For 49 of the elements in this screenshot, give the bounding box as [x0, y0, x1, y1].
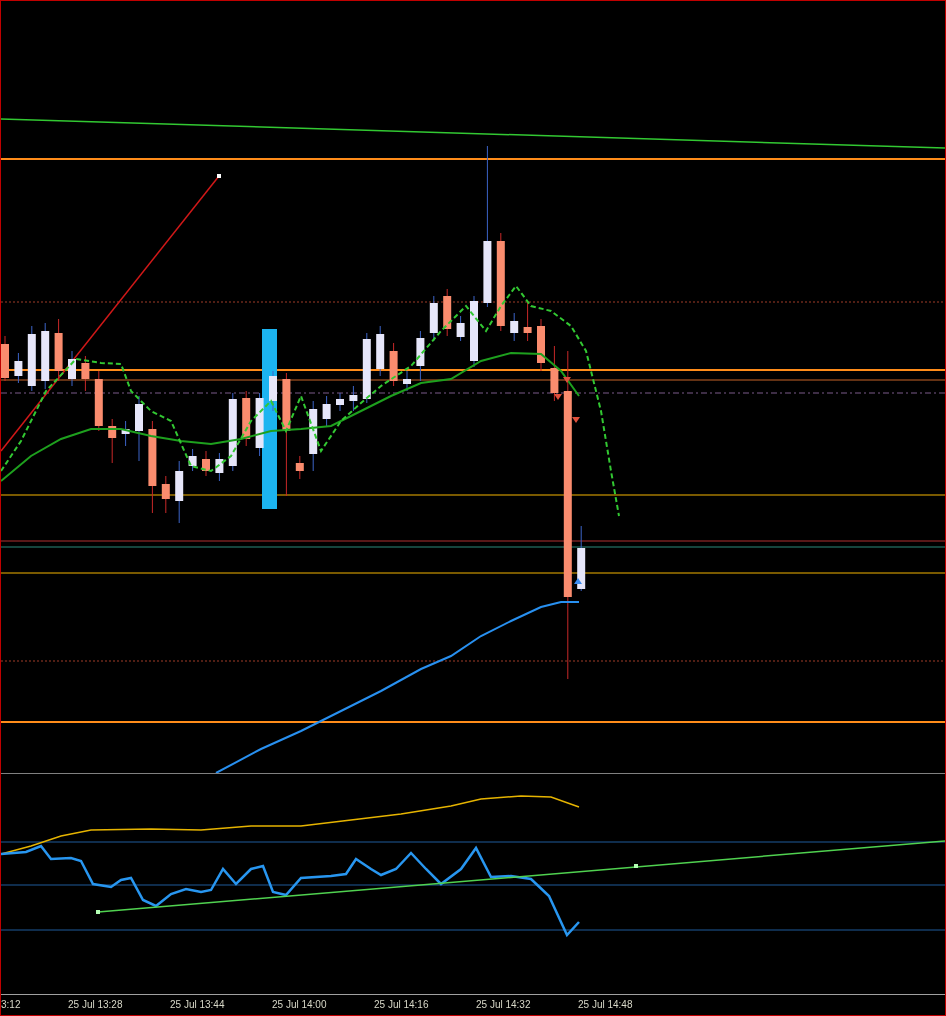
- candlestick: [322, 395, 331, 427]
- candlestick: [269, 370, 277, 412]
- candlestick: [1, 335, 9, 382]
- time-axis-label: 25 Jul 13:28: [68, 999, 123, 1010]
- trend-line[interactable]: [96, 840, 945, 914]
- candlestick: [537, 318, 545, 372]
- sell-arrow-icon: [554, 394, 562, 400]
- candlestick: [108, 418, 117, 464]
- candlestick: [362, 332, 371, 404]
- candlestick: [376, 325, 385, 377]
- candlestick: [242, 390, 251, 447]
- buy-arrow-icon: [574, 578, 582, 584]
- candlestick: [403, 370, 411, 392]
- candlestick: [54, 318, 63, 382]
- candlestick: [349, 385, 358, 412]
- candlestick: [550, 345, 559, 402]
- candlestick: [443, 288, 452, 337]
- candlestick: [295, 455, 304, 480]
- candlestick: [41, 322, 50, 390]
- candlestick: [81, 355, 90, 392]
- candlestick: [416, 330, 425, 382]
- candlestick: [161, 475, 170, 514]
- candlestick: [456, 315, 465, 342]
- sell-arrow-icon: [563, 377, 571, 383]
- candlestick: [309, 400, 318, 472]
- sell-arrow-icon: [572, 417, 580, 423]
- candlestick: [389, 342, 398, 387]
- candlestick: [577, 525, 586, 592]
- candlestick: [523, 300, 532, 342]
- candlestick: [202, 450, 210, 477]
- candlestick: [121, 420, 130, 447]
- time-axis-label: 25 Jul 14:48: [578, 999, 633, 1010]
- candlestick: [336, 392, 344, 412]
- time-axis-label: 3:12: [1, 999, 21, 1010]
- candlestick: [188, 448, 197, 472]
- time-axis-label: 25 Jul 14:32: [476, 999, 531, 1010]
- time-axis-label: 25 Jul 13:44: [170, 999, 225, 1010]
- candlestick: [68, 350, 76, 387]
- candlestick: [135, 395, 143, 462]
- candlestick: [215, 452, 224, 482]
- candlestick: [255, 392, 264, 457]
- candlestick: [94, 370, 103, 432]
- candlestick: [510, 312, 519, 342]
- time-axis-label: 25 Jul 14:16: [374, 999, 429, 1010]
- candlestick: [27, 325, 36, 392]
- trend-line[interactable]: [1, 174, 221, 452]
- candlestick: [175, 460, 184, 524]
- time-axis-label: 25 Jul 14:00: [272, 999, 327, 1010]
- candlestick: [14, 352, 23, 384]
